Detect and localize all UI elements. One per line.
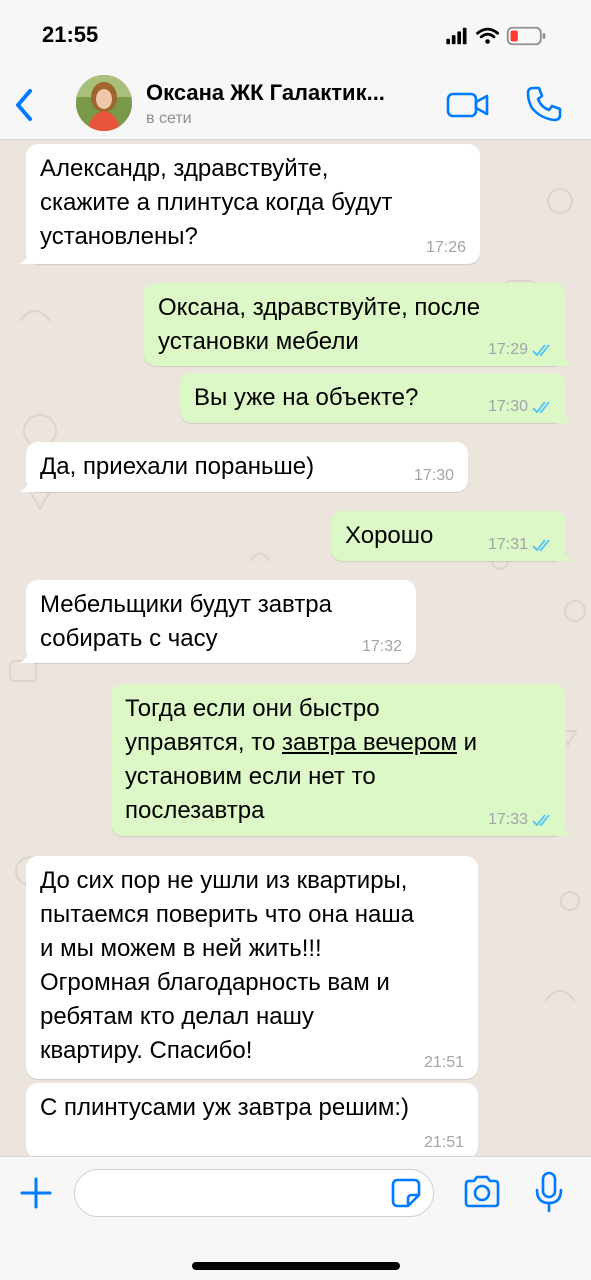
message-time: 17:31 bbox=[488, 535, 554, 555]
message-time: 17:26 bbox=[425, 239, 466, 256]
contact-name[interactable]: Оксана ЖК Галактик... bbox=[146, 80, 436, 106]
message-time: 17:30 bbox=[488, 397, 554, 417]
message-text-line: Огромная благодарность вам и bbox=[40, 969, 390, 996]
message-text-line: Оксана, здравствуйте, после bbox=[158, 294, 481, 321]
camera-button[interactable] bbox=[462, 1174, 502, 1210]
message-incoming[interactable]: До сих пор не ушли из квартиры, пытаемся… bbox=[26, 856, 478, 1079]
phone-icon bbox=[526, 86, 562, 122]
message-text-line: С плинтусами уж завтра решим:) bbox=[40, 1094, 410, 1121]
bubble-tail bbox=[557, 545, 573, 561]
message-time: 17:29 bbox=[488, 340, 554, 360]
message-time: 17:33 bbox=[488, 810, 554, 830]
status-icons bbox=[446, 26, 546, 46]
chat-header: Оксана ЖК Галактик... в сети bbox=[0, 70, 591, 140]
date-link[interactable]: завтра вечером bbox=[282, 729, 457, 756]
sticker-button[interactable] bbox=[390, 1177, 422, 1209]
message-outgoing[interactable]: Вы уже на объекте? 17:30 bbox=[180, 373, 573, 423]
message-time: 17:32 bbox=[361, 638, 402, 655]
message-text-line: Да, приехали пораньше) bbox=[40, 453, 315, 480]
wifi-icon bbox=[476, 27, 500, 44]
message-text-line: ребятам кто делал нашу bbox=[40, 1003, 314, 1030]
message-text-line: квартиру. Спасибо! bbox=[40, 1037, 253, 1064]
camera-icon bbox=[464, 1175, 500, 1208]
message-outgoing[interactable]: Хорошо 17:31 bbox=[331, 511, 573, 561]
input-bar bbox=[0, 1156, 591, 1280]
attach-button[interactable] bbox=[18, 1175, 54, 1211]
message-text-line: Тогда если они быстро bbox=[125, 695, 380, 722]
bubble-tail bbox=[19, 248, 35, 264]
plus-icon bbox=[20, 1177, 52, 1209]
message-time: 21:51 bbox=[423, 1134, 464, 1151]
back-button[interactable] bbox=[10, 86, 40, 124]
message-text-line: управятся, то завтра вечером и bbox=[125, 726, 552, 760]
home-indicator bbox=[192, 1262, 400, 1270]
video-camera-icon bbox=[446, 92, 489, 118]
status-bar: 21:55 bbox=[0, 0, 591, 70]
voice-call-button[interactable] bbox=[524, 84, 564, 124]
message-time: 17:30 bbox=[413, 467, 454, 484]
message-incoming[interactable]: Да, приехали пораньше) 17:30 bbox=[19, 442, 468, 492]
bubble-tail bbox=[557, 820, 573, 836]
message-outgoing[interactable]: Тогда если они быстро управятся, то завт… bbox=[111, 684, 573, 836]
microphone-icon bbox=[535, 1171, 563, 1213]
message-text-line: установим если нет то bbox=[125, 763, 376, 790]
bubble-tail bbox=[557, 350, 573, 366]
battery-icon bbox=[506, 26, 546, 46]
avatar[interactable] bbox=[76, 75, 132, 131]
sticker-icon bbox=[391, 1178, 421, 1208]
read-ticks-icon bbox=[532, 344, 550, 357]
cellular-signal-icon bbox=[446, 27, 467, 45]
bubble-tail bbox=[19, 476, 35, 492]
message-text-line: собирать с часу bbox=[40, 625, 218, 652]
message-outgoing[interactable]: Оксана, здравствуйте, после установки ме… bbox=[144, 283, 573, 366]
message-incoming[interactable]: Мебельщики будут завтра собирать с часу … bbox=[19, 580, 416, 663]
video-call-button[interactable] bbox=[446, 90, 490, 120]
message-text-line: установлены? bbox=[40, 223, 198, 250]
read-ticks-icon bbox=[532, 539, 550, 552]
contact-status: в сети bbox=[146, 110, 192, 127]
message-text-segment: и bbox=[456, 729, 478, 756]
message-time: 21:51 bbox=[423, 1054, 464, 1071]
read-ticks-icon bbox=[532, 814, 550, 827]
message-text-line: Александр, здравствуйте, bbox=[40, 155, 329, 182]
avatar-photo bbox=[76, 75, 132, 131]
message-text-line: До сих пор не ушли из квартиры, bbox=[40, 867, 408, 894]
chat-area[interactable]: Александр, здравствуйте, скажите а плинт… bbox=[0, 141, 591, 1156]
message-text-line: и мы можем в ней жить!!! bbox=[40, 935, 322, 962]
message-text-line: Мебельщики будут завтра bbox=[40, 591, 332, 618]
message-input[interactable] bbox=[74, 1169, 434, 1217]
chevron-left-icon bbox=[16, 89, 32, 121]
bubble-tail bbox=[557, 407, 573, 423]
bubble-tail bbox=[19, 647, 35, 663]
message-incoming[interactable]: С плинтусами уж завтра решим:) 21:51 bbox=[26, 1083, 478, 1156]
status-time: 21:55 bbox=[42, 22, 99, 47]
read-ticks-icon bbox=[532, 401, 550, 414]
message-text-segment: управятся, то bbox=[125, 729, 282, 756]
message-text-line: пытаемся поверить что она наша bbox=[40, 901, 414, 928]
voice-message-button[interactable] bbox=[534, 1171, 564, 1213]
message-text-line: скажите а плинтуса когда будут bbox=[40, 189, 393, 216]
message-incoming[interactable]: Александр, здравствуйте, скажите а плинт… bbox=[19, 144, 480, 264]
